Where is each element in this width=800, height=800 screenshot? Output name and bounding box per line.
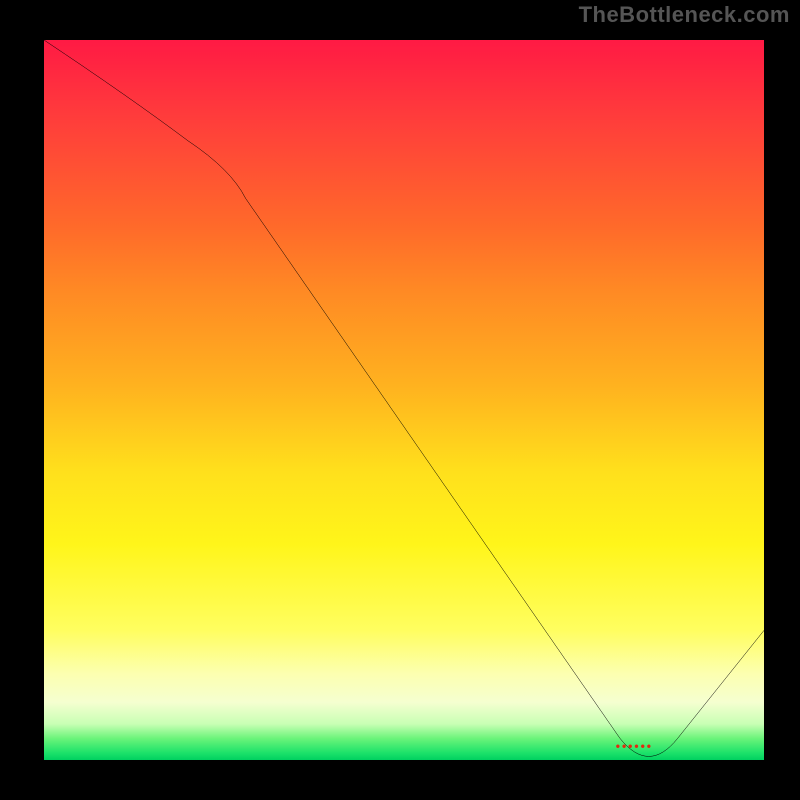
plot-area: •••••• <box>40 36 768 764</box>
line-series <box>44 40 764 760</box>
series-path <box>44 40 764 756</box>
minimum-marker: •••••• <box>616 739 653 753</box>
chart-container: TheBottleneck.com •••••• <box>0 0 800 800</box>
attribution-label: TheBottleneck.com <box>579 2 790 28</box>
